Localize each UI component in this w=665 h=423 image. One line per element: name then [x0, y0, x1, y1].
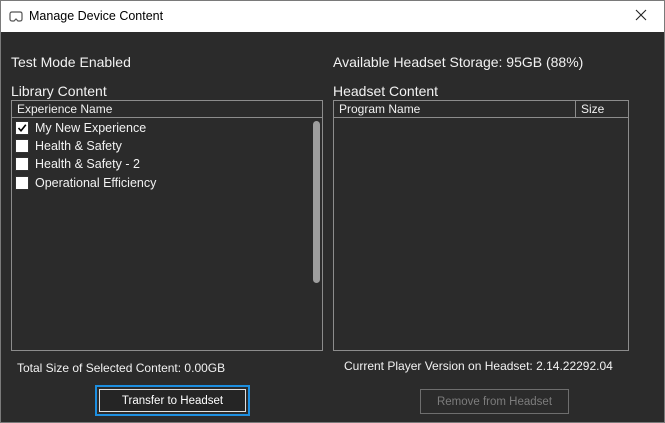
player-version-label: Current Player Version on Headset: 2.14.…	[344, 359, 613, 373]
transfer-to-headset-button[interactable]: Transfer to Headset	[95, 385, 250, 416]
column-header-experience-name[interactable]: Experience Name	[12, 101, 322, 118]
headset-list[interactable]: Program Name Size	[333, 100, 629, 351]
list-item[interactable]: My New Experience	[14, 119, 146, 137]
total-size-label: Total Size of Selected Content: 0.00GB	[17, 361, 226, 375]
list-item-label: Health & Safety	[35, 139, 122, 153]
window-title: Manage Device Content	[29, 9, 164, 23]
list-item[interactable]: Operational Efficiency	[14, 174, 156, 192]
test-mode-label: Test Mode Enabled	[11, 54, 131, 70]
title-bar: Manage Device Content	[1, 1, 664, 32]
list-item-label: My New Experience	[35, 121, 147, 135]
headset-icon	[9, 10, 23, 22]
list-item[interactable]: Health & Safety	[14, 137, 122, 155]
checkbox[interactable]	[15, 176, 29, 190]
checkbox[interactable]	[15, 157, 29, 171]
storage-label: Available Headset Storage: 95GB (88%)	[333, 54, 584, 70]
checkbox-checked[interactable]	[15, 121, 29, 135]
library-content-heading: Library Content	[11, 83, 107, 99]
checkmark-icon	[17, 124, 27, 133]
close-icon	[635, 8, 647, 26]
scrollbar-thumb[interactable]	[313, 121, 320, 283]
library-list[interactable]: Experience Name My New Experience Health…	[11, 100, 323, 351]
dialog-content: Test Mode Enabled Available Headset Stor…	[1, 32, 664, 422]
checkbox[interactable]	[15, 139, 29, 153]
list-item-label: Operational Efficiency	[35, 176, 157, 190]
headset-content-heading: Headset Content	[333, 83, 439, 99]
list-item-label: Health & Safety - 2	[35, 157, 140, 171]
transfer-button-label: Transfer to Headset	[99, 389, 246, 412]
close-button[interactable]	[618, 1, 664, 32]
column-header-program-name[interactable]: Program Name	[334, 101, 575, 118]
list-item[interactable]: Health & Safety - 2	[14, 155, 140, 173]
manage-device-content-window: Manage Device Content Test Mode Enabled …	[0, 0, 665, 423]
remove-from-headset-button[interactable]: Remove from Headset	[420, 389, 569, 414]
column-header-size[interactable]: Size	[576, 101, 628, 118]
